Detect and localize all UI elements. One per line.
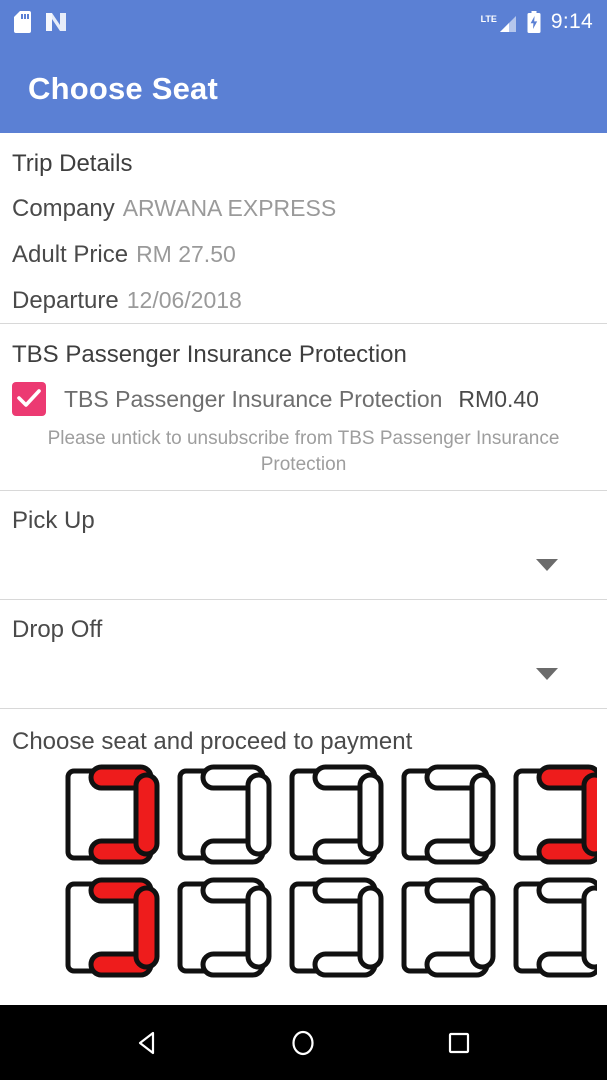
android-navigation-bar: [0, 1005, 607, 1080]
recents-icon[interactable]: [429, 1013, 489, 1073]
trip-detail-row-company: Company ARWANA EXPRESS: [10, 185, 597, 231]
company-label: Company: [12, 195, 115, 222]
insurance-section: TBS Passenger Insurance Protection TBS P…: [0, 324, 607, 490]
status-bar-left: [14, 11, 67, 33]
network-type-label: LTE: [480, 14, 497, 24]
insurance-note: Please untick to unsubscribe from TBS Pa…: [47, 428, 560, 475]
pick-up-label: Pick Up: [12, 507, 95, 534]
drop-off-select[interactable]: Drop Off: [10, 600, 597, 708]
battery-charging-icon: [527, 11, 541, 33]
app-bar: Choose Seat: [0, 44, 607, 133]
departure-label: Departure: [12, 287, 119, 314]
insurance-option-label: TBS Passenger Insurance Protection: [64, 386, 443, 412]
insurance-checkbox[interactable]: [12, 382, 46, 416]
android-nougat-icon: [45, 12, 67, 32]
chevron-down-icon[interactable]: [536, 668, 558, 680]
drop-off-value: [12, 666, 597, 696]
trip-detail-row-departure: Departure 12/06/2018: [10, 277, 597, 323]
seat-grid: [10, 763, 597, 995]
seat-selection-section: Choose seat and proceed to payment: [0, 709, 607, 995]
status-bar-clock: 9:14: [550, 10, 593, 33]
status-bar-right: LTE 9:14: [481, 11, 593, 33]
seat-r2s1[interactable]: [63, 876, 163, 979]
status-bar: LTE 9:14: [0, 0, 607, 44]
seat-selection-heading: Choose seat and proceed to payment: [12, 728, 413, 755]
adult-price-value: RM 27.50: [136, 241, 236, 267]
back-icon[interactable]: [118, 1013, 178, 1073]
seat-r2s4[interactable]: [399, 876, 499, 979]
insurance-heading: TBS Passenger Insurance Protection: [12, 341, 407, 368]
company-value: ARWANA EXPRESS: [122, 195, 337, 221]
app-screen: LTE 9:14 Choose Seat Trip Details Compan…: [0, 0, 607, 1080]
seat-r2s3[interactable]: [287, 876, 387, 979]
trip-detail-row-adult-price: Adult Price RM 27.50: [10, 231, 597, 277]
insurance-option-price: RM0.40: [458, 386, 539, 412]
seat-r1s5[interactable]: [511, 763, 597, 866]
seat-row: [63, 763, 597, 866]
trip-details-heading: Trip Details: [12, 150, 133, 177]
home-icon[interactable]: [273, 1013, 333, 1073]
page-title: Choose Seat: [28, 70, 218, 106]
departure-value: 12/06/2018: [126, 287, 242, 313]
seat-r2s5[interactable]: [511, 876, 597, 979]
seat-r1s1[interactable]: [63, 763, 163, 866]
main-content: Trip Details Company ARWANA EXPRESS Adul…: [0, 133, 607, 1005]
seat-r2s2[interactable]: [175, 876, 275, 979]
drop-off-section[interactable]: Drop Off: [0, 600, 607, 708]
seat-row: [63, 876, 597, 979]
seat-r1s3[interactable]: [287, 763, 387, 866]
sd-card-icon: [14, 11, 31, 33]
pick-up-section[interactable]: Pick Up: [0, 491, 607, 599]
seat-r1s2[interactable]: [175, 763, 275, 866]
insurance-option-row[interactable]: TBS Passenger Insurance Protection RM0.4…: [10, 378, 597, 420]
pick-up-select[interactable]: Pick Up: [10, 491, 597, 599]
pick-up-value: [12, 557, 597, 587]
drop-off-label: Drop Off: [12, 616, 103, 643]
chevron-down-icon[interactable]: [536, 559, 558, 571]
signal-bars-icon: LTE: [481, 11, 517, 33]
trip-details-section: Trip Details Company ARWANA EXPRESS Adul…: [0, 133, 607, 323]
adult-price-label: Adult Price: [12, 241, 129, 268]
seat-r1s4[interactable]: [399, 763, 499, 866]
